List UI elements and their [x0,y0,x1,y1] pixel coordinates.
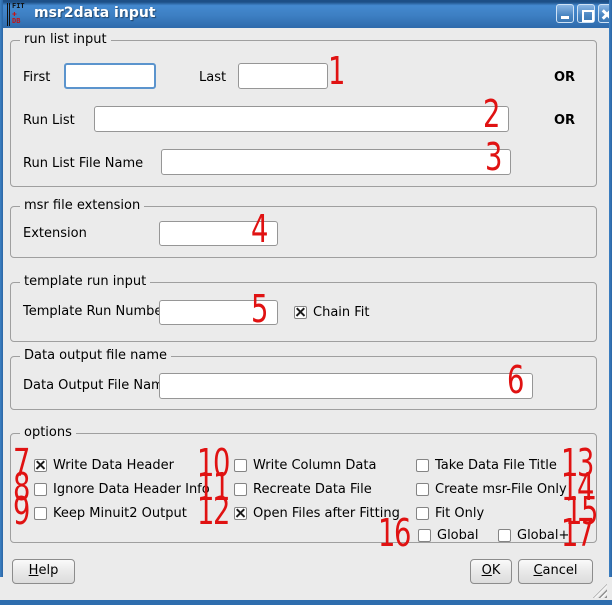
global-checkbox[interactable] [418,529,431,542]
recreate-data-file-checkbox[interactable] [234,483,247,496]
take-data-file-title-label[interactable]: Take Data File Title [435,458,557,473]
global-label[interactable]: Global [437,528,478,543]
create-msr-file-only-checkbox[interactable] [416,483,429,496]
cancel-button[interactable]: Cancel [518,559,593,584]
last-input[interactable] [238,63,328,89]
annotation-4: 4 [251,215,267,244]
app-icon-db-text: DB [12,18,29,25]
minimize-icon[interactable] [556,4,574,23]
ok-button[interactable]: OK [470,559,512,584]
group-msr-file-extension-title: msr file extension [20,198,144,214]
fit-only-checkbox[interactable] [416,507,429,520]
titlebar[interactable]: FIT ✚ DB msr2data input [0,0,612,28]
chain-fit-label[interactable]: Chain Fit [313,305,370,320]
open-files-after-fitting-checkbox[interactable] [234,507,247,520]
help-button-label: Help [13,560,74,582]
keep-minuit2-output-checkbox[interactable] [34,507,47,520]
data-output-file-name-input[interactable] [159,373,533,399]
keep-minuit2-output-label[interactable]: Keep Minuit2 Output [53,506,187,521]
resize-grip[interactable] [593,584,607,598]
annotation-16: 16 [378,519,410,548]
annotation-3: 3 [485,143,501,172]
group-options: options Write Data Header Ignore Data He… [10,433,597,543]
annotation-12: 12 [197,497,229,526]
write-column-data-label[interactable]: Write Column Data [253,458,376,473]
run-list-file-name-label: Run List File Name [23,156,143,171]
recreate-data-file-label[interactable]: Recreate Data File [253,482,372,497]
window-title: msr2data input [34,5,156,21]
annotation-9: 9 [13,497,29,526]
group-template-run-input-title: template run input [20,274,150,290]
group-options-title: options [20,425,76,441]
window-frame-bottom [0,600,612,605]
first-input[interactable] [64,63,156,89]
group-data-output-file-name-title: Data output file name [20,348,171,364]
annotation-2: 2 [483,100,499,129]
or-label-2: OR [554,113,575,128]
write-data-header-checkbox[interactable] [34,459,47,472]
fit-only-label[interactable]: Fit Only [435,506,484,521]
chain-fit-checkbox[interactable] [294,306,307,319]
run-list-label: Run List [23,113,75,128]
template-run-number-label: Template Run Number [23,304,168,319]
help-button[interactable]: Help [12,559,75,584]
maximize-icon[interactable] [577,4,595,23]
data-output-file-name-label: Data Output File Name [23,378,172,393]
app-icon: FIT ✚ DB [7,3,29,26]
first-label: First [23,70,50,85]
write-data-header-label[interactable]: Write Data Header [53,458,174,473]
ignore-data-header-info-checkbox[interactable] [34,483,47,496]
global-plus-checkbox[interactable] [498,529,511,542]
annotation-17: 17 [561,519,593,548]
group-template-run-input: template run input Template Run Number C… [10,282,597,342]
annotation-1: 1 [328,57,344,86]
write-column-data-checkbox[interactable] [234,459,247,472]
create-msr-file-only-label[interactable]: Create msr-File Only [435,482,567,497]
window-frame-left [0,0,3,577]
last-label: Last [199,70,226,85]
msr2data-dialog: FIT ✚ DB msr2data input run list input F… [0,0,612,605]
annotation-6: 6 [507,366,523,395]
run-list-file-name-input[interactable] [161,149,511,175]
or-label-1: OR [554,70,575,85]
extension-label: Extension [23,226,87,241]
group-run-list-input: run list input First Last OR Run List OR… [10,40,597,187]
group-run-list-input-title: run list input [20,32,111,48]
run-list-input[interactable] [94,106,509,132]
ok-button-label: OK [471,560,511,582]
ignore-data-header-info-label[interactable]: Ignore Data Header Info [53,482,210,497]
take-data-file-title-checkbox[interactable] [416,459,429,472]
cancel-button-label: Cancel [519,560,592,582]
group-msr-file-extension: msr file extension Extension [10,206,597,258]
annotation-5: 5 [251,295,267,324]
